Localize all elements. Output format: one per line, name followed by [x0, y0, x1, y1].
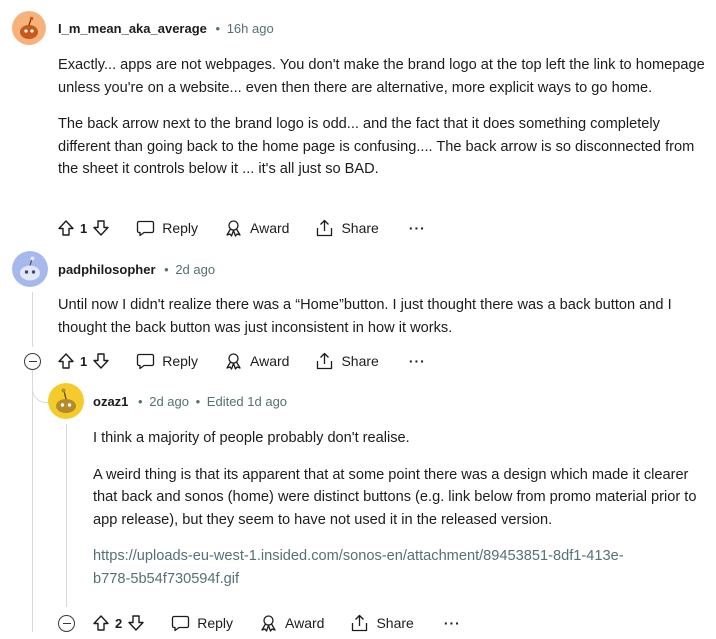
award-label: Award — [250, 220, 290, 236]
reply-label: Reply — [197, 615, 234, 631]
downvote-icon[interactable] — [92, 352, 110, 370]
more-options-button[interactable]: ··· — [444, 615, 461, 631]
collapse-icon[interactable] — [58, 615, 75, 632]
separator: • — [215, 21, 221, 36]
comment-actions: 1 Reply Award Share ··· — [57, 213, 426, 243]
avatar[interactable] — [12, 11, 46, 45]
comment-icon — [137, 353, 155, 370]
share-label: Share — [341, 353, 379, 369]
share-label: Share — [376, 615, 414, 631]
upvote-icon[interactable] — [92, 614, 110, 632]
edited-label: Edited 1d ago — [206, 394, 288, 409]
comment-icon — [172, 615, 190, 632]
award-button[interactable]: Award — [259, 614, 324, 632]
comment-paragraph: A weird thing is that its apparent that … — [93, 466, 697, 528]
comment-paragraph: Until now I didn't realize there was a “… — [58, 297, 672, 336]
award-button[interactable]: Award — [224, 219, 289, 237]
comment-body: Until now I didn't realize there was a “… — [58, 294, 698, 339]
comment-actions: 1 Reply Award Share ··· — [57, 346, 426, 376]
downvote-icon[interactable] — [127, 614, 145, 632]
vote-count: 1 — [80, 220, 88, 236]
more-options-button[interactable]: ··· — [409, 220, 426, 236]
comment-body: Exactly... apps are not webpages. You do… — [58, 54, 708, 181]
comment-body: I think a majority of people probably do… — [93, 427, 703, 590]
share-button[interactable]: Share — [315, 352, 379, 370]
reply-label: Reply — [162, 353, 199, 369]
award-button[interactable]: Award — [224, 352, 289, 370]
avatar[interactable] — [12, 251, 48, 287]
comment-paragraph: Exactly... apps are not webpages. You do… — [58, 57, 705, 96]
link-line: https://uploads-eu-west-1.insided.com/so… — [93, 548, 624, 564]
reply-button[interactable]: Reply — [136, 219, 198, 237]
vote-group: 1 — [57, 352, 110, 370]
username[interactable]: padphilosopher — [58, 262, 156, 277]
share-icon — [352, 614, 368, 632]
snoo-avatar-icon — [12, 11, 46, 45]
comment-paragraph: The back arrow next to the brand logo is… — [58, 116, 695, 177]
timestamp[interactable]: 16h ago — [227, 21, 274, 36]
timestamp[interactable]: 2d ago — [175, 262, 215, 277]
avatar[interactable] — [48, 383, 84, 419]
downvote-icon[interactable] — [92, 219, 110, 237]
timestamp[interactable]: 2d ago — [149, 394, 189, 409]
separator: • — [164, 262, 169, 277]
award-icon — [226, 220, 241, 237]
reply-label: Reply — [162, 220, 199, 236]
reply-button[interactable]: Reply — [171, 614, 233, 632]
award-label: Award — [250, 353, 290, 369]
comment-icon — [137, 220, 155, 237]
award-icon — [261, 615, 276, 632]
comment-meta: I_m_mean_aka_average • 16h ago — [58, 21, 274, 36]
username[interactable]: ozaz1 — [93, 394, 128, 409]
more-options-button[interactable]: ··· — [409, 353, 426, 369]
separator: • — [138, 394, 143, 409]
snoo-avatar-icon — [48, 383, 84, 419]
comment-meta: ozaz1 • 2d ago • Edited 1d ago — [93, 394, 287, 409]
vote-count: 2 — [115, 615, 123, 631]
award-label: Award — [285, 615, 325, 631]
username[interactable]: I_m_mean_aka_average — [58, 21, 207, 36]
vote-group: 1 — [57, 219, 110, 237]
separator: • — [195, 394, 201, 409]
share-button[interactable]: Share — [350, 614, 414, 632]
share-button[interactable]: Share — [315, 219, 379, 237]
award-icon — [226, 353, 241, 370]
share-icon — [317, 352, 333, 370]
upvote-icon[interactable] — [57, 219, 75, 237]
comment-actions: 2 Reply Award Share ··· — [92, 608, 461, 638]
link-line: b778-5b54f730594f.gif — [93, 570, 240, 587]
thread-line — [32, 292, 33, 347]
vote-count: 1 — [80, 353, 88, 369]
attachment-link[interactable]: https://uploads-eu-west-1.insided.com/so… — [93, 545, 703, 590]
comment-meta: padphilosopher • 2d ago — [58, 262, 215, 277]
snoo-avatar-icon — [12, 251, 48, 287]
thread-line — [32, 370, 33, 632]
reply-button[interactable]: Reply — [136, 352, 198, 370]
share-icon — [317, 219, 333, 237]
comment-paragraph: I think a majority of people probably do… — [93, 430, 410, 446]
share-label: Share — [341, 220, 379, 236]
upvote-icon[interactable] — [57, 352, 75, 370]
vote-group: 2 — [92, 614, 145, 632]
thread-line — [66, 424, 67, 607]
collapse-icon[interactable] — [24, 353, 41, 370]
